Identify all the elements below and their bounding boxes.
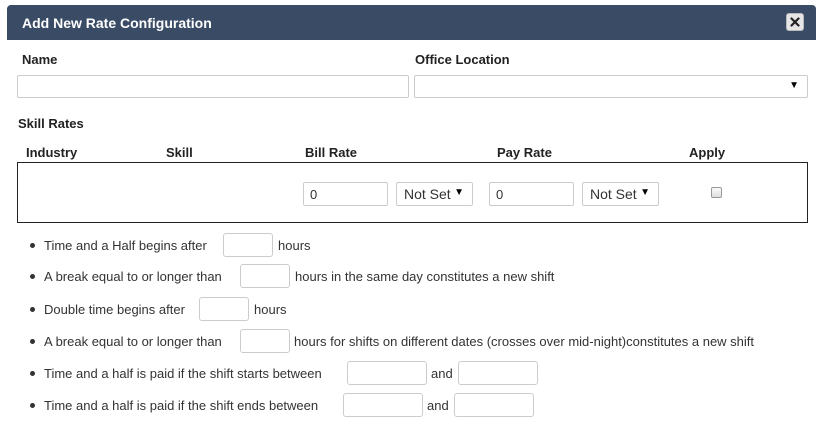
office-location-label: Office Location	[415, 52, 510, 67]
dialog-title: Add New Rate Configuration	[22, 15, 212, 31]
name-label: Name	[22, 52, 58, 67]
rule-text: hours	[254, 302, 287, 317]
chevron-down-icon: ▼	[454, 187, 464, 198]
rule-text: Time and a half is paid if the shift sta…	[44, 366, 322, 381]
pay-rate-type-value: Not Set	[590, 186, 637, 202]
pay-rate-input[interactable]	[489, 182, 574, 206]
rule-text: hours for shifts on different dates (cro…	[294, 334, 755, 349]
bullet-icon	[30, 403, 35, 408]
rule-text: Double time begins after	[44, 302, 185, 317]
bullet-icon	[30, 339, 35, 344]
dialog-header: Add New Rate Configuration	[7, 5, 816, 40]
rule-text: and	[431, 366, 453, 381]
rule-text: and	[427, 398, 449, 413]
pay-rate-type-select[interactable]: Not Set ▼	[582, 182, 659, 206]
shift-end-to-input[interactable]	[454, 393, 534, 417]
rule-text: Time and a Half begins after	[44, 238, 207, 253]
break-same-day-hours-input[interactable]	[240, 264, 290, 288]
close-icon	[790, 17, 800, 27]
close-button[interactable]	[786, 13, 804, 31]
apply-checkbox[interactable]	[711, 187, 722, 198]
name-input[interactable]	[17, 75, 409, 98]
column-header-skill: Skill	[166, 145, 193, 160]
bullet-icon	[30, 274, 35, 279]
column-header-bill-rate: Bill Rate	[305, 145, 358, 160]
bill-rate-type-value: Not Set	[404, 186, 451, 202]
bullet-icon	[30, 307, 35, 312]
chevron-down-icon: ▼	[640, 187, 650, 198]
shift-start-to-input[interactable]	[458, 361, 538, 385]
column-header-industry: Industry	[26, 145, 78, 160]
rule-text: A break equal to or longer than	[44, 269, 222, 284]
bill-rate-type-select[interactable]: Not Set ▼	[396, 182, 473, 206]
shift-end-from-input[interactable]	[343, 393, 423, 417]
break-different-dates-hours-input[interactable]	[240, 329, 290, 353]
bullet-icon	[30, 371, 35, 376]
rule-text: hours	[278, 238, 311, 253]
bill-rate-input[interactable]	[303, 182, 388, 206]
chevron-down-icon: ▼	[789, 80, 799, 91]
rule-text: A break equal to or longer than	[44, 334, 222, 349]
shift-start-from-input[interactable]	[347, 361, 427, 385]
column-header-pay-rate: Pay Rate	[497, 145, 552, 160]
column-header-apply: Apply	[689, 145, 726, 160]
office-location-select[interactable]: ▼	[414, 75, 808, 98]
skill-rates-label: Skill Rates	[18, 116, 84, 131]
bullet-icon	[30, 243, 35, 248]
double-time-hours-input[interactable]	[199, 297, 249, 321]
rule-text: Time and a half is paid if the shift end…	[44, 398, 319, 413]
rule-text: hours in the same day constitutes a new …	[295, 269, 555, 284]
time-and-half-hours-input[interactable]	[223, 233, 273, 257]
